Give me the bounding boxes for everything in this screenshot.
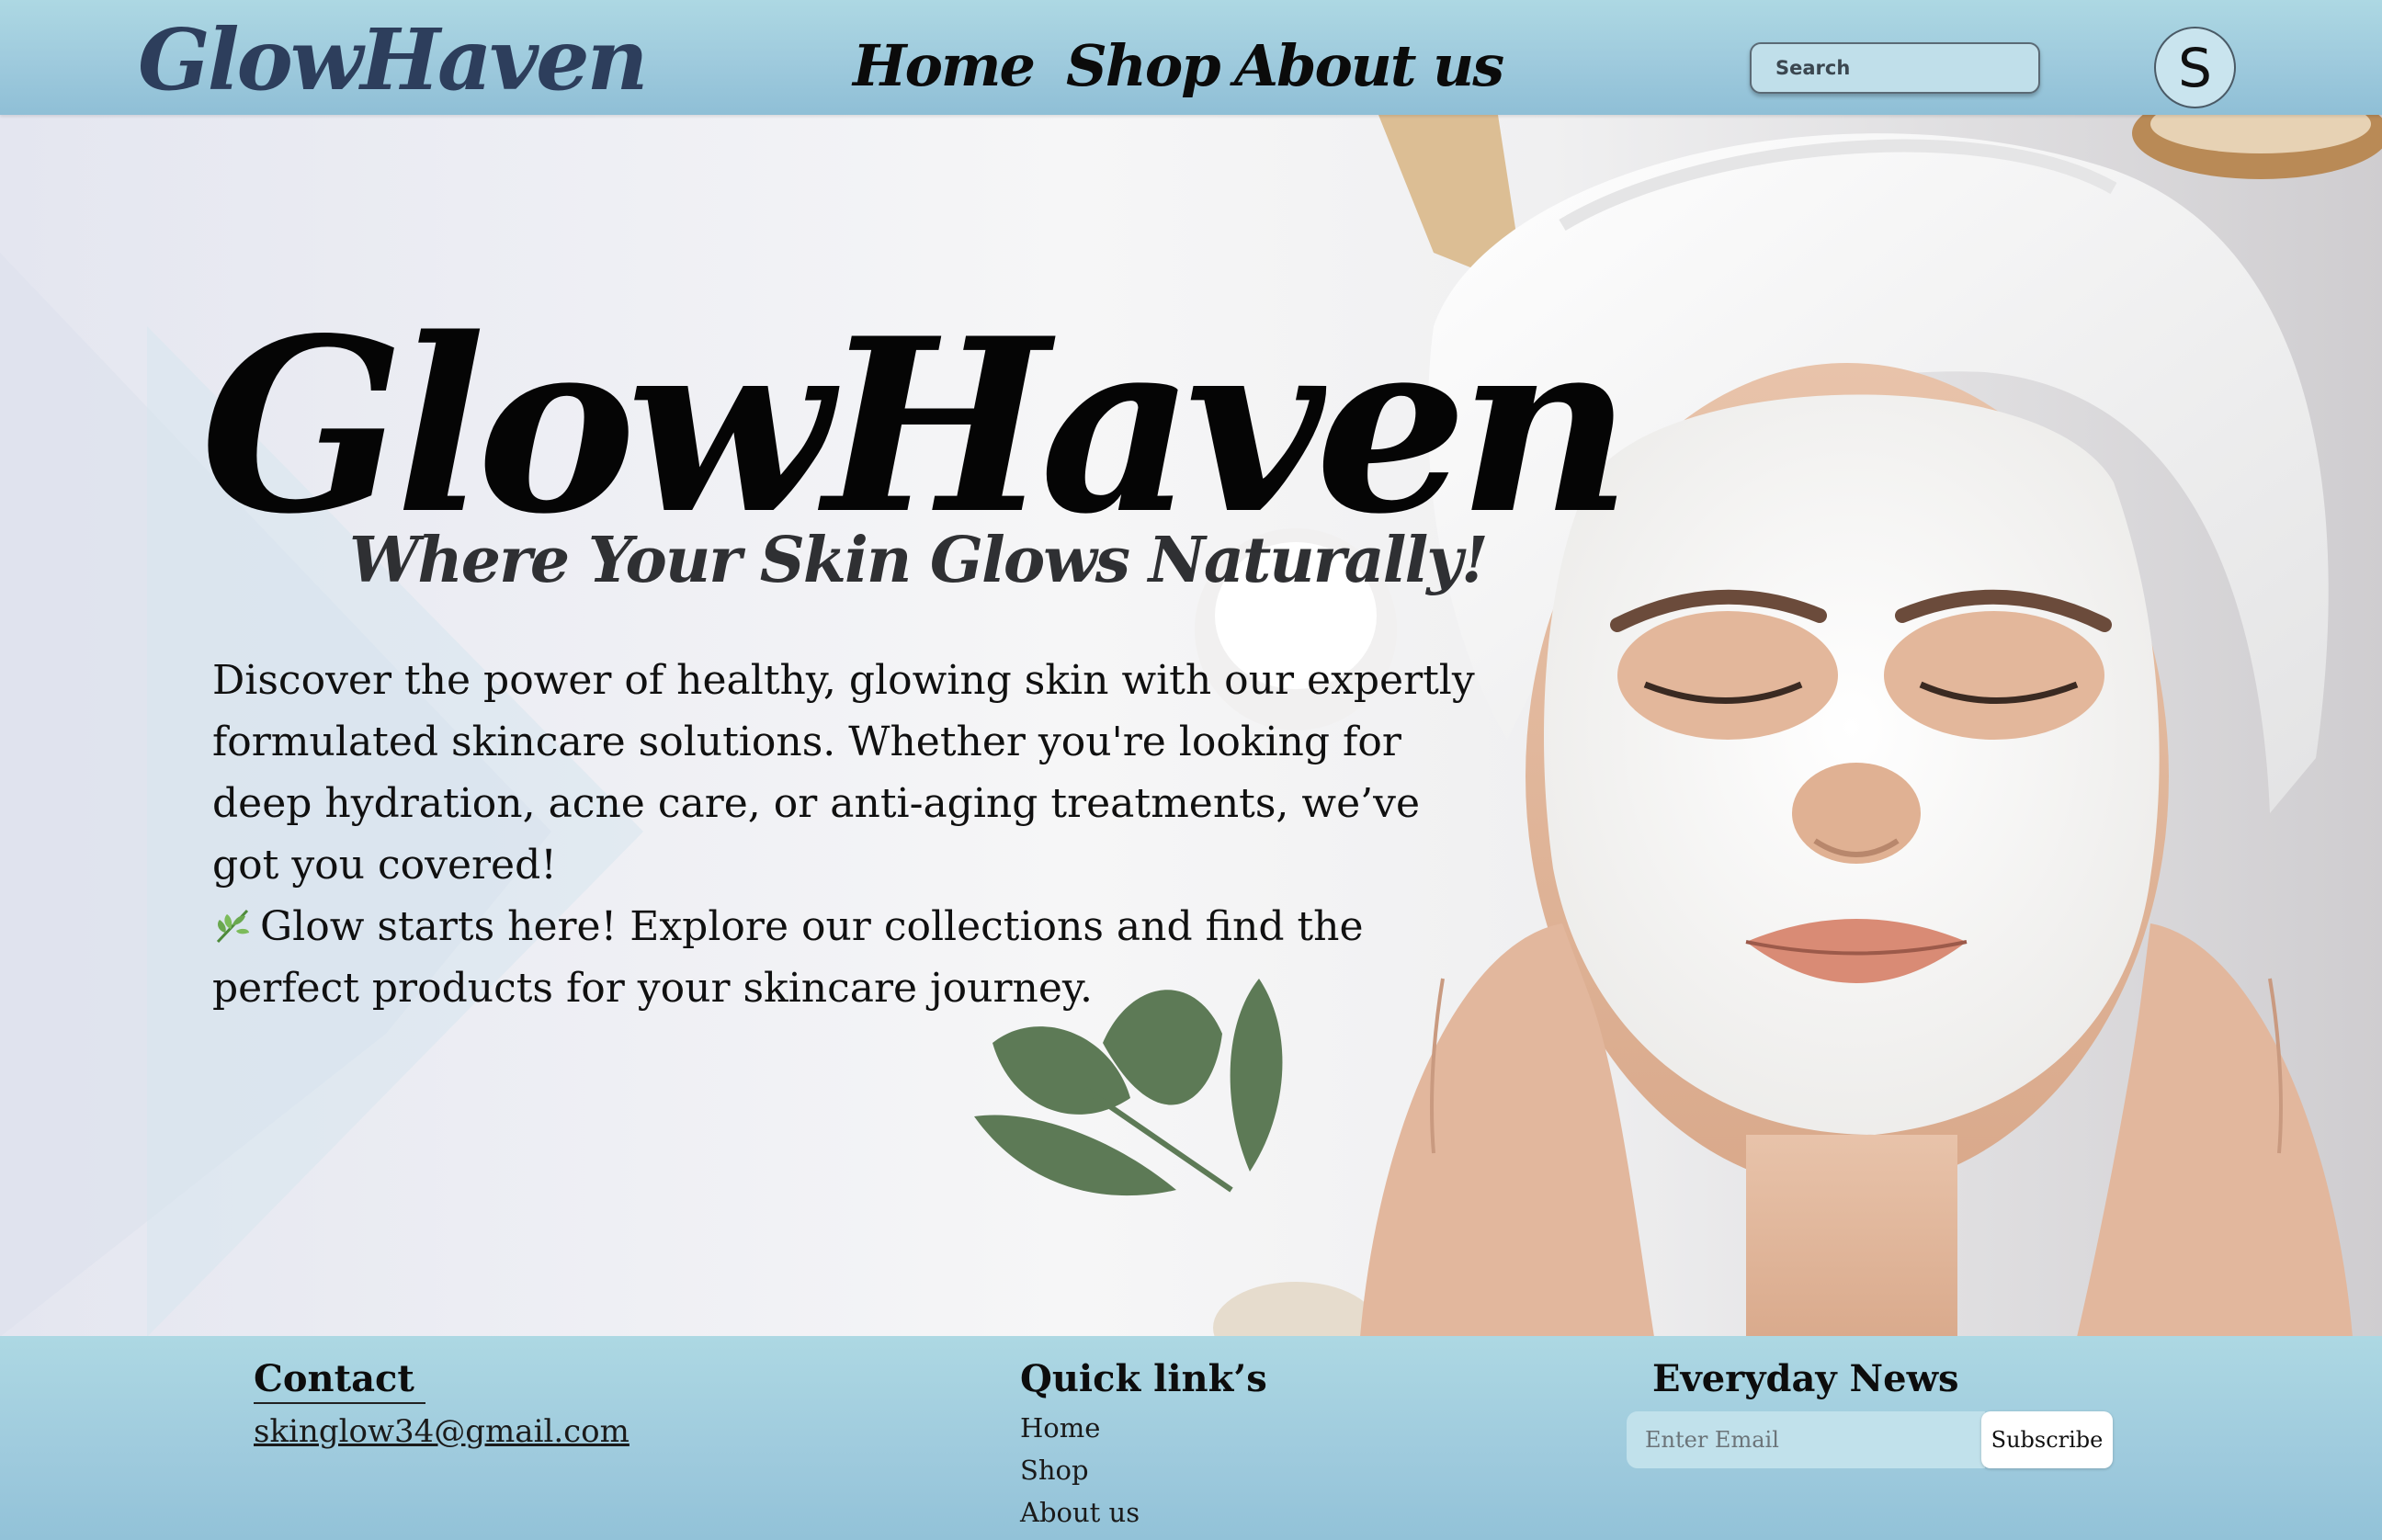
newsletter-heading: Everyday News	[1652, 1357, 1959, 1400]
herb-icon	[216, 909, 249, 944]
hero-paragraph-2-text: Glow starts here! Explore our collection…	[212, 903, 1364, 1012]
site-logo[interactable]: GlowHaven	[138, 9, 648, 110]
hero-tagline: Where Your Skin Glows Naturally!	[349, 524, 1489, 597]
top-navbar: GlowHaven Home Shop About us S	[0, 0, 2382, 115]
newsletter-email-input[interactable]	[1627, 1411, 1985, 1468]
footer-link-shop[interactable]: Shop	[1020, 1452, 1089, 1489]
hero-paragraph-1: Discover the power of healthy, glowing s…	[212, 657, 1475, 889]
user-avatar[interactable]: S	[2154, 27, 2236, 108]
footer-link-home[interactable]: Home	[1020, 1410, 1100, 1446]
contact-heading: Contact	[254, 1356, 425, 1404]
subscribe-button[interactable]: Subscribe	[1981, 1411, 2113, 1468]
footer-link-about[interactable]: About us	[1020, 1494, 1140, 1531]
nav-link-about[interactable]: About us	[1234, 29, 1504, 103]
nav-link-home[interactable]: Home	[853, 29, 1036, 103]
contact-email-link[interactable]: skinglow34@gmail.com	[254, 1411, 630, 1452]
quick-links-heading: Quick link’s	[1020, 1357, 1267, 1400]
nav-link-shop[interactable]: Shop	[1066, 29, 1221, 103]
hero-paragraph-2: Glow starts here! Explore our collection…	[212, 896, 1480, 1019]
site-footer: Contact skinglow34@gmail.com Quick link’…	[0, 1336, 2382, 1540]
hero-section: GlowHaven Where Your Skin Glows Naturall…	[0, 115, 2382, 1337]
search-input[interactable]	[1750, 42, 2040, 94]
hero-description: Discover the power of healthy, glowing s…	[212, 650, 1480, 1019]
